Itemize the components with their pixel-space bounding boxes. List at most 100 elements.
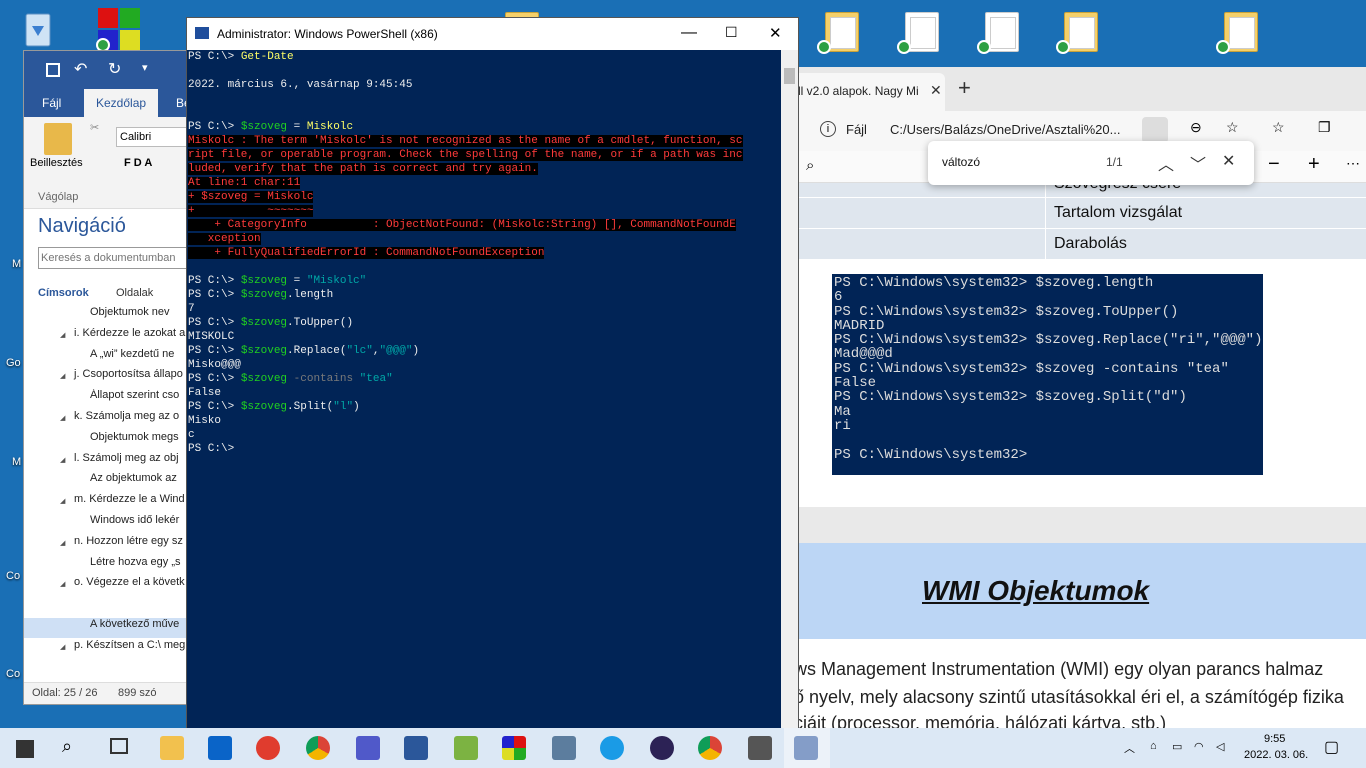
- undo-icon[interactable]: ↶: [74, 59, 87, 79]
- paste-button[interactable]: Beillesztés: [30, 157, 83, 169]
- find-bar: változó 1/1 ︿ ﹀ ✕: [928, 141, 1254, 185]
- battery-icon[interactable]: ▭: [1172, 740, 1182, 753]
- file-explorer-icon[interactable]: [160, 736, 184, 760]
- sync-check-icon: [1216, 40, 1230, 54]
- table-cell: Darabolás: [1054, 235, 1127, 252]
- redo-icon[interactable]: ↻: [108, 59, 121, 79]
- zoom-plus-icon[interactable]: +: [1308, 153, 1320, 176]
- eclipse-icon[interactable]: [650, 736, 674, 760]
- volume-icon[interactable]: ◁: [1216, 740, 1224, 753]
- section-heading: WMI Objektumok: [922, 575, 1150, 606]
- wifi-icon[interactable]: ◠: [1194, 740, 1204, 753]
- find-close-icon[interactable]: ✕: [1222, 151, 1235, 171]
- search-icon[interactable]: ⌕: [806, 157, 814, 174]
- column-divider: [1045, 183, 1046, 259]
- cut-icon[interactable]: ✂: [90, 121, 99, 134]
- ribbon: Beillesztés Vágólap ✂ Calibri F D A: [24, 117, 194, 209]
- nav-heading-item[interactable]: Windows idő lekér: [24, 514, 194, 534]
- console-output[interactable]: PS C:\> Get-Date 2022. március 6., vasár…: [187, 50, 783, 732]
- show-hidden-icons[interactable]: ︿: [1124, 740, 1135, 756]
- tab-headings[interactable]: Címsorok: [38, 287, 89, 299]
- active-window-indicator: [784, 728, 830, 768]
- nav-heading-item[interactable]: A következő műve: [24, 618, 194, 638]
- desktop-label: Co: [6, 668, 21, 680]
- nav-title: Navigáció: [38, 215, 126, 237]
- info-icon[interactable]: i: [820, 121, 836, 137]
- nav-heading-item[interactable]: j. Csoportosítsa állapo: [24, 368, 194, 388]
- desktop-label: Go: [6, 357, 21, 369]
- nav-heading-item[interactable]: Objektumok nev: [24, 306, 194, 326]
- save-icon[interactable]: [46, 63, 60, 77]
- nav-heading-item[interactable]: Állapot szerint cso: [24, 389, 194, 409]
- notifications-icon[interactable]: ▢: [1324, 737, 1339, 757]
- search-icon[interactable]: ⌕: [62, 736, 72, 757]
- vivaldi-icon[interactable]: [256, 736, 280, 760]
- zoom-out-icon[interactable]: ⊖: [1190, 119, 1202, 136]
- chrome-profile-icon[interactable]: [698, 736, 722, 760]
- task-view-icon[interactable]: [110, 738, 128, 754]
- favorites-icon[interactable]: ☆: [1272, 119, 1285, 136]
- page-counter: Oldal: 25 / 26: [32, 687, 98, 699]
- word-menu: Fájl Kezdőlap Be: [24, 89, 192, 117]
- snipping-tool-icon[interactable]: [748, 736, 772, 760]
- nav-heading-item[interactable]: o. Végezze el a követk: [24, 576, 194, 596]
- url-text[interactable]: C:/Users/Balázs/OneDrive/Asztali%20...: [890, 122, 1120, 137]
- close-tab-icon[interactable]: ✕: [930, 82, 942, 99]
- table-row: Tartalom vizsgálat: [780, 197, 1366, 228]
- nav-heading-item[interactable]: Az objektumok az: [24, 472, 194, 492]
- powershell-titlebar: Administrator: Windows PowerShell (x86) …: [187, 18, 798, 50]
- new-tab-icon[interactable]: +: [958, 75, 971, 101]
- reader-icon[interactable]: [1142, 117, 1168, 143]
- mail-icon[interactable]: [208, 736, 232, 760]
- close-icon[interactable]: ✕: [769, 24, 782, 42]
- nav-heading-item[interactable]: [24, 597, 194, 617]
- chrome-icon[interactable]: [306, 736, 330, 760]
- nav-heading-item[interactable]: n. Hozzon létre egy sz: [24, 535, 194, 555]
- edge-icon[interactable]: [600, 736, 624, 760]
- taskbar: ⌕ ︿ ⌂ ▭ ◠ ◁ 9:55 2022. 03. 06. ▢: [0, 728, 1366, 768]
- clock-date[interactable]: 2022. 03. 06.: [1244, 749, 1308, 761]
- nav-heading-item[interactable]: p. Készítsen a C:\ meg: [24, 639, 194, 659]
- scroll-thumb[interactable]: [784, 68, 795, 84]
- nav-heading-item[interactable]: A „wi” kezdetű ne: [24, 348, 194, 368]
- customize-icon[interactable]: ▾: [142, 61, 148, 74]
- nav-heading-item[interactable]: l. Számolj meg az obj: [24, 452, 194, 472]
- browser-tab[interactable]: ll v2.0 alapok. Nagy Mi ✕: [780, 73, 945, 111]
- maximize-icon[interactable]: ☐: [725, 24, 738, 41]
- find-input[interactable]: változó: [942, 155, 980, 169]
- nav-heading-item[interactable]: m. Kérdezze le a Wind: [24, 493, 194, 513]
- nav-heading-item[interactable]: Objektumok megs: [24, 431, 194, 451]
- app-icon[interactable]: [502, 736, 526, 760]
- scrollbar[interactable]: [781, 50, 798, 732]
- recycle-bin-icon[interactable]: [18, 8, 58, 52]
- menu-home[interactable]: Kezdőlap: [84, 89, 159, 117]
- paragraph-line: ws Management Instrumentation (WMI) egy …: [794, 659, 1324, 679]
- menu-file[interactable]: Fájl: [42, 96, 61, 110]
- search-input[interactable]: [38, 247, 188, 269]
- teams-icon[interactable]: [356, 736, 380, 760]
- notepad-icon[interactable]: [454, 736, 478, 760]
- word-icon[interactable]: [404, 736, 428, 760]
- network-icon[interactable]: ⌂: [1150, 740, 1157, 752]
- nav-heading-item[interactable]: i. Kérdezze le azokat a: [24, 327, 194, 347]
- virtualbox-icon[interactable]: [552, 736, 576, 760]
- format-buttons[interactable]: F D A: [124, 157, 152, 169]
- start-icon[interactable]: [16, 740, 34, 758]
- nav-heading-item[interactable]: k. Számolja meg az o: [24, 410, 194, 430]
- nav-heading-item[interactable]: Létre hozva egy „s: [24, 556, 194, 576]
- paste-icon[interactable]: [44, 123, 72, 155]
- word-titlebar: ↶ ↻ ▾: [24, 51, 192, 89]
- zoom-minus-icon[interactable]: −: [1268, 153, 1280, 176]
- find-prev-icon[interactable]: ︿: [1158, 151, 1174, 175]
- sync-check-icon: [977, 40, 991, 54]
- minimize-icon[interactable]: —: [681, 24, 697, 42]
- clock-time[interactable]: 9:55: [1264, 733, 1285, 745]
- favorite-add-icon[interactable]: ☆: [1226, 119, 1239, 136]
- status-bar: Oldal: 25 / 26 899 szó: [24, 682, 192, 704]
- more-icon[interactable]: ⋯: [1346, 155, 1360, 172]
- find-next-icon[interactable]: ﹀: [1190, 151, 1206, 175]
- tab-pages[interactable]: Oldalak: [116, 287, 153, 299]
- sync-check-icon: [1056, 40, 1070, 54]
- collections-icon[interactable]: ❐: [1318, 119, 1331, 136]
- font-select[interactable]: Calibri: [116, 127, 194, 147]
